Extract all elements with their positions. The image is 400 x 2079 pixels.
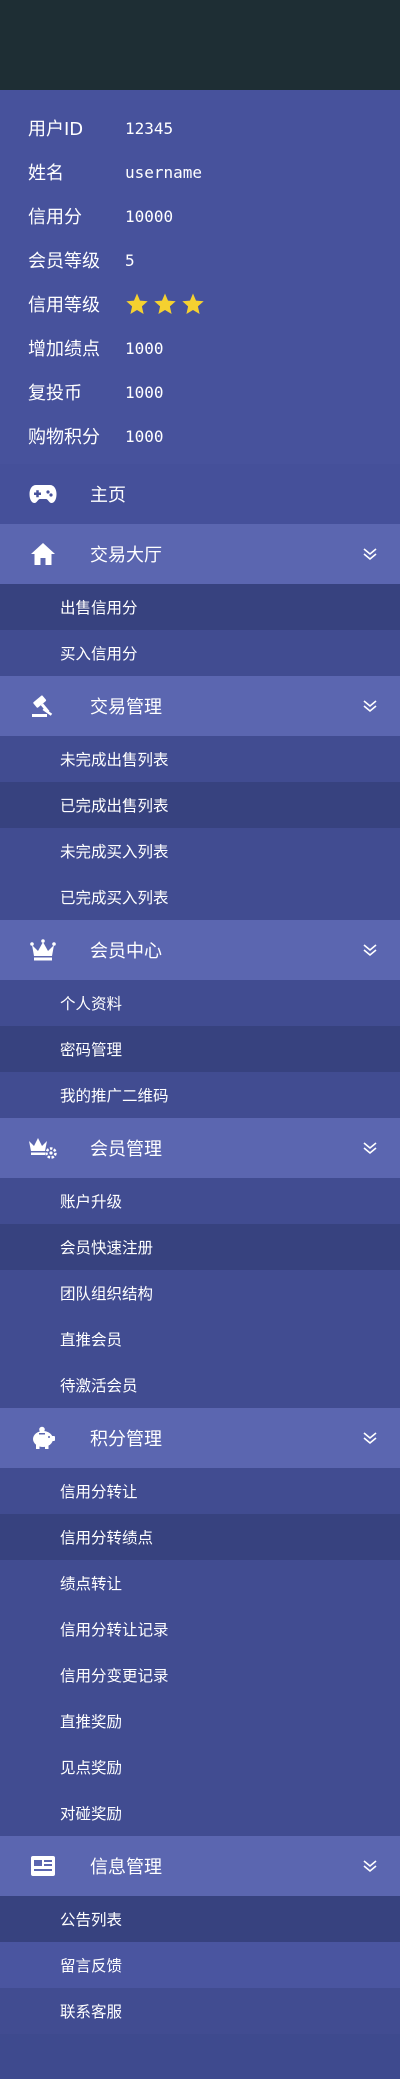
section-label: 积分管理: [90, 1429, 162, 1450]
info-row-user-id: 用户ID 12345: [0, 106, 400, 150]
info-row-member-level: 会员等级 5: [0, 238, 400, 282]
star-icon: [126, 293, 148, 314]
news-card-icon: [28, 1851, 58, 1881]
info-value: 12345: [125, 118, 174, 138]
info-label: 会员等级: [28, 251, 100, 272]
section-points-management[interactable]: 积分管理: [0, 1408, 400, 1468]
sub-item-finished-sell[interactable]: 已完成出售列表: [0, 782, 400, 828]
credit-level-stars: [125, 292, 205, 316]
section-label: 交易大厅: [90, 545, 162, 566]
section-member-center[interactable]: 会员中心: [0, 920, 400, 980]
sub-item-credit-transfer-log[interactable]: 信用分转让记录: [0, 1606, 400, 1652]
sub-item-points-transfer[interactable]: 绩点转让: [0, 1560, 400, 1606]
info-row-credit-level: 信用等级: [0, 282, 400, 326]
section-label: 信息管理: [90, 1857, 162, 1878]
chevron-double-down-icon[interactable]: [362, 1140, 378, 1156]
chevron-double-down-icon[interactable]: [362, 1858, 378, 1874]
home-icon: [28, 539, 58, 569]
info-label: 姓名: [28, 163, 64, 184]
sub-item-pair-reward[interactable]: 对碰奖励: [0, 1790, 400, 1836]
info-value: 1000: [125, 382, 164, 402]
info-value: 5: [125, 250, 135, 270]
section-trading-hall[interactable]: 交易大厅: [0, 524, 400, 584]
sub-item-unfinished-buy[interactable]: 未完成买入列表: [0, 828, 400, 874]
sub-item-profile[interactable]: 个人资料: [0, 980, 400, 1026]
sub-item-credit-transfer[interactable]: 信用分转让: [0, 1468, 400, 1514]
info-row-added-points: 增加绩点 1000: [0, 326, 400, 370]
chevron-double-down-icon[interactable]: [362, 1430, 378, 1446]
sub-item-qrcode[interactable]: 我的推广二维码: [0, 1072, 400, 1118]
sub-item-team-structure[interactable]: 团队组织结构: [0, 1270, 400, 1316]
sub-item-sell-credit[interactable]: 出售信用分: [0, 584, 400, 630]
info-value: 10000: [125, 206, 174, 226]
sub-item-contact-support[interactable]: 联系客服: [0, 1988, 400, 2034]
piggy-bank-icon: [28, 1423, 58, 1453]
chevron-double-down-icon[interactable]: [362, 942, 378, 958]
chevron-double-down-icon[interactable]: [362, 698, 378, 714]
section-label: 会员中心: [90, 941, 162, 962]
crown-icon: [28, 935, 58, 965]
section-member-management[interactable]: 会员管理: [0, 1118, 400, 1178]
info-label: 复投币: [28, 383, 82, 404]
sub-item-password[interactable]: 密码管理: [0, 1026, 400, 1072]
sub-item-credit-change-log[interactable]: 信用分变更记录: [0, 1652, 400, 1698]
sub-item-finished-buy[interactable]: 已完成买入列表: [0, 874, 400, 920]
info-value: 1000: [125, 338, 164, 358]
sub-item-credit-to-points[interactable]: 信用分转绩点: [0, 1514, 400, 1560]
section-trade-management[interactable]: 交易管理: [0, 676, 400, 736]
sub-item-unfinished-sell[interactable]: 未完成出售列表: [0, 736, 400, 782]
sub-item-node-reward[interactable]: 见点奖励: [0, 1744, 400, 1790]
sub-item-pending-members[interactable]: 待激活会员: [0, 1362, 400, 1408]
section-label: 会员管理: [90, 1139, 162, 1160]
section-label: 交易管理: [90, 697, 162, 718]
info-row-name: 姓名 username: [0, 150, 400, 194]
info-value: username: [125, 162, 203, 182]
info-label: 信用等级: [28, 295, 100, 316]
user-info-panel: 用户ID 12345 姓名 username 信用分 10000 会员等级 5 …: [0, 90, 400, 464]
gamepad-icon: [28, 479, 58, 509]
star-icon: [182, 293, 204, 314]
info-row-shopping-points: 购物积分 1000: [0, 414, 400, 458]
info-row-credit-score: 信用分 10000: [0, 194, 400, 238]
sub-item-buy-credit[interactable]: 买入信用分: [0, 630, 400, 676]
chevron-double-down-icon[interactable]: [362, 546, 378, 562]
sub-item-direct-members[interactable]: 直推会员: [0, 1316, 400, 1362]
sub-item-quick-register[interactable]: 会员快速注册: [0, 1224, 400, 1270]
info-label: 增加绩点: [28, 339, 100, 360]
star-icon: [154, 293, 176, 314]
crown-gear-icon: [28, 1133, 58, 1163]
sub-item-announcements[interactable]: 公告列表: [0, 1896, 400, 1942]
nav-home-label: 主页: [90, 485, 126, 506]
sub-item-direct-reward[interactable]: 直推奖励: [0, 1698, 400, 1744]
info-label: 用户ID: [28, 119, 84, 140]
sub-item-feedback[interactable]: 留言反馈: [0, 1942, 400, 1988]
info-label: 信用分: [28, 207, 82, 228]
info-row-reinvest-coin: 复投币 1000: [0, 370, 400, 414]
info-label: 购物积分: [28, 427, 100, 448]
section-info-management[interactable]: 信息管理: [0, 1836, 400, 1896]
top-bar: [0, 0, 400, 90]
sub-item-account-upgrade[interactable]: 账户升级: [0, 1178, 400, 1224]
gavel-icon: [28, 691, 58, 721]
info-value: 1000: [125, 426, 164, 446]
nav-home[interactable]: 主页: [0, 464, 400, 524]
